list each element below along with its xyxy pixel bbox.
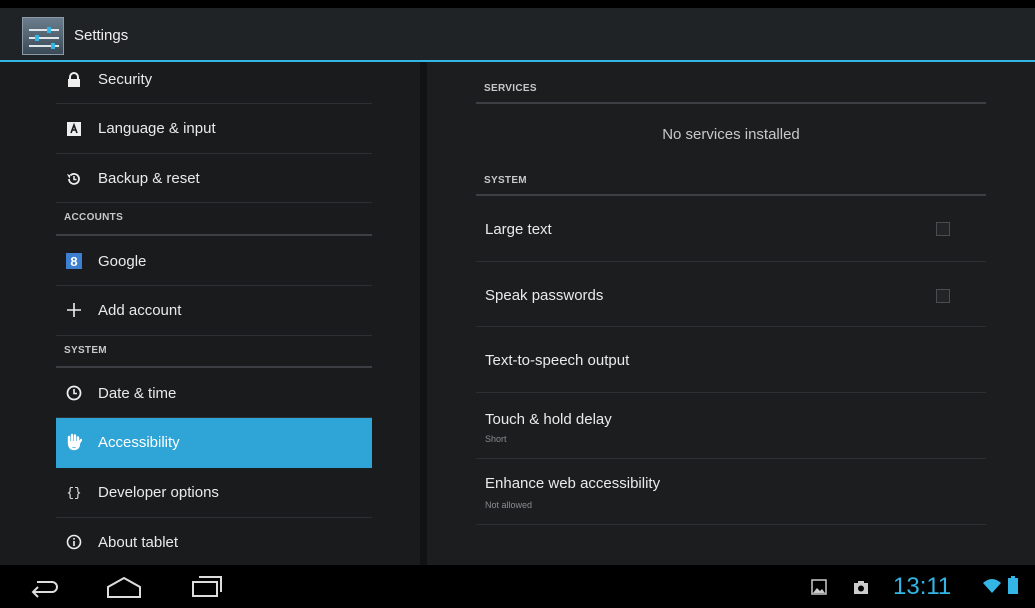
tts-output-row[interactable]: Text-to-speech output [476,327,986,393]
no-services-text: No services installed [662,126,800,143]
sidebar-item-label: Language & input [98,120,216,137]
sidebar-item-label: Backup & reset [98,170,200,187]
wifi-icon [983,578,1001,599]
enhance-web-accessibility-row[interactable]: Enhance web accessibility Not allowed [476,459,986,525]
sidebar-item-date-time[interactable]: Date & time [56,369,372,418]
enhance-web-accessibility-summary: Not allowed [485,500,533,510]
sidebar-item-backup-reset[interactable]: Backup & reset [56,154,372,203]
sidebar-item-label: Add account [98,302,182,319]
sidebar-item-label: About tablet [98,534,179,551]
touch-hold-delay-row[interactable]: Touch & hold delay Short [476,393,986,459]
touch-hold-delay-summary: Short [485,434,507,444]
touch-hold-delay-title: Touch & hold delay [485,411,612,428]
svg-text:8: 8 [70,254,77,269]
sidebar-item-add-account[interactable]: Add account [56,286,372,336]
plus-icon [66,302,82,318]
gallery-icon [811,579,827,600]
pane-divider [420,62,427,565]
sidebar-item-label: Accessibility [98,434,180,451]
speak-passwords-checkbox[interactable] [936,289,950,303]
top-frame [0,0,1035,8]
sidebar-item-accessibility[interactable]: Accessibility [56,418,372,468]
system-header: SYSTEM [56,336,372,368]
sidebar-item-label: Security [98,71,153,88]
back-icon[interactable] [30,578,60,603]
restore-icon [66,171,82,187]
speak-passwords-row[interactable]: Speak passwords [476,262,986,327]
recents-icon[interactable] [192,575,222,602]
large-text-row[interactable]: Large text [476,197,986,262]
system-navigation-bar: 13:11 [0,565,1035,608]
info-icon [66,534,82,550]
sidebar-item-google[interactable]: 8 Google [56,237,372,286]
enhance-web-accessibility-title: Enhance web accessibility [485,475,661,492]
accounts-header: ACCOUNTS [56,203,372,236]
clock-icon [66,385,82,401]
svg-text:{}: {} [67,486,82,500]
large-text-checkbox[interactable] [936,222,950,236]
sidebar-item-about-tablet[interactable]: About tablet [56,518,372,565]
braces-icon: {} [66,484,82,500]
home-icon[interactable] [106,576,142,603]
lock-icon [66,72,82,88]
sidebar-item-developer-options[interactable]: {} Developer options [56,468,372,518]
keyboard-icon [66,121,82,137]
sidebar-item-label: Date & time [98,385,177,402]
sidebar-item-label: Developer options [98,484,219,501]
battery-icon [1008,576,1018,599]
action-bar: Settings [0,8,1035,62]
large-text-title: Large text [485,221,552,238]
speak-passwords-title: Speak passwords [485,287,604,304]
google-icon: 8 [66,253,82,269]
services-header: SERVICES [476,76,986,104]
sidebar-item-label: Google [98,253,147,270]
settings-app-icon[interactable] [22,17,64,55]
status-clock: 13:11 [893,573,952,600]
sidebar-item-language-input[interactable]: Language & input [56,104,372,154]
sidebar-item-security[interactable]: Security [56,62,372,104]
hand-icon [66,433,82,451]
detail-system-header: SYSTEM [476,168,986,196]
app-title: Settings [74,27,129,44]
tts-output-title: Text-to-speech output [485,352,630,369]
camera-icon [853,579,869,600]
